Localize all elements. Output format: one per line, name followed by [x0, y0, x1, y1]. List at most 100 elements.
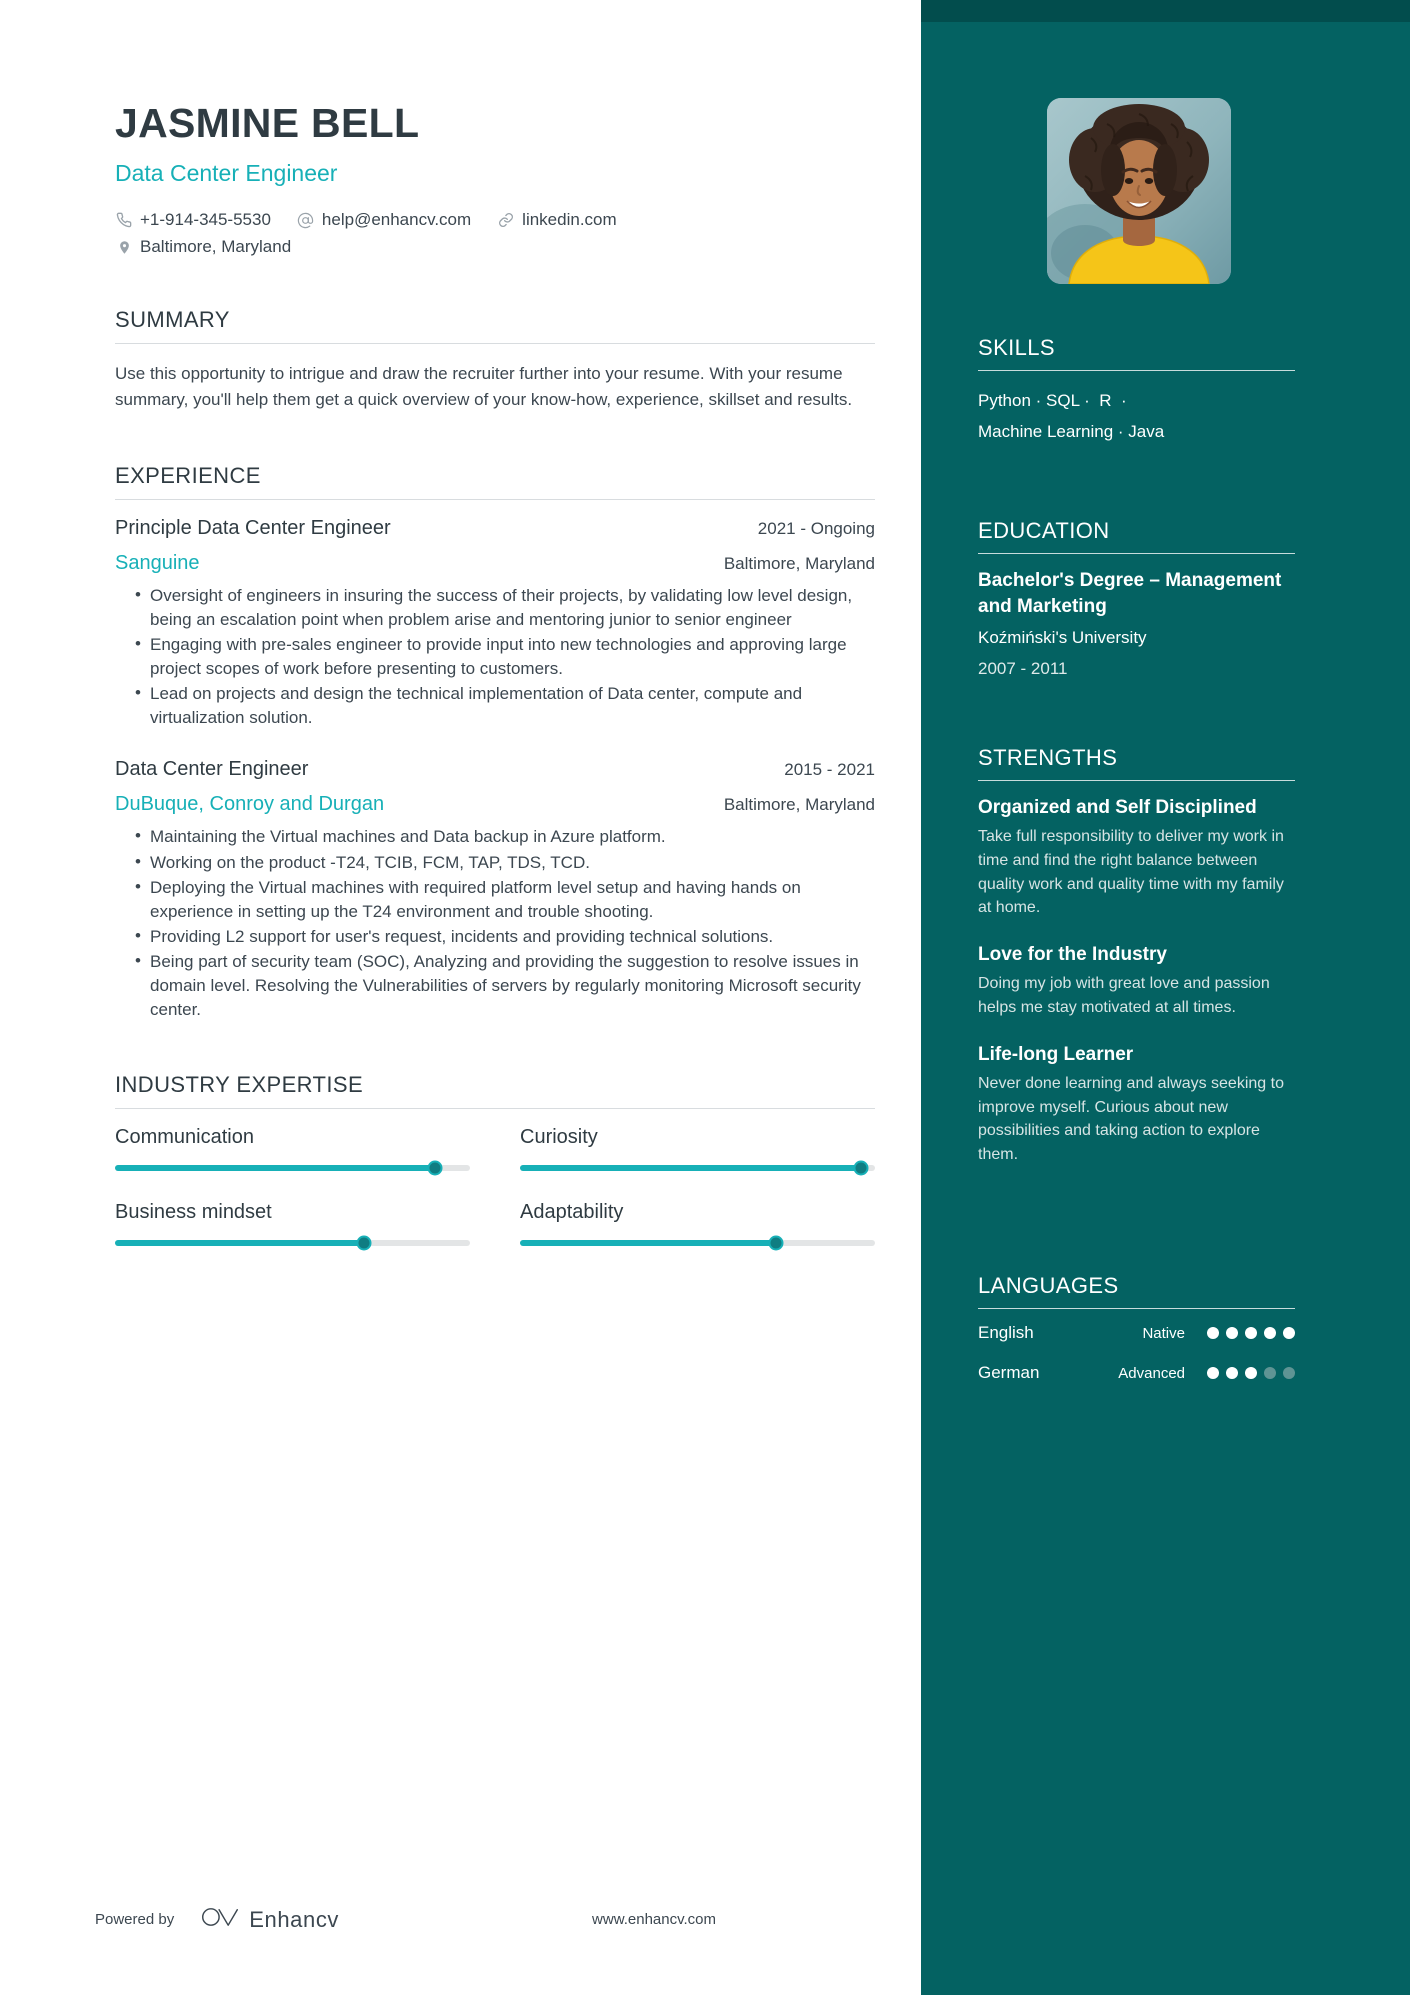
experience-location: Baltimore, Maryland: [723, 553, 875, 573]
strength-title: Life-long Learner: [978, 1043, 1134, 1065]
experience-company-row: Sanguine Baltimore, Maryland: [115, 552, 875, 575]
rating-dot: [1226, 1327, 1238, 1339]
footer-url[interactable]: www.enhancv.com: [592, 1911, 716, 1928]
contact-line-location: Baltimore, Maryland: [115, 237, 921, 257]
rating-dot: [1283, 1327, 1295, 1339]
experience-company[interactable]: Sanguine: [115, 552, 200, 575]
languages-heading: LANGUAGES: [978, 1273, 1119, 1298]
language-rating-dots: [1207, 1327, 1295, 1339]
expertise-item: Adaptability: [520, 1201, 875, 1251]
sidebar: SKILLS Python · SQL · R · Machine Learni…: [921, 0, 1410, 1995]
experience-bullet: Deploying the Virtual machines with requ…: [135, 875, 875, 924]
experience-location: Baltimore, Maryland: [723, 795, 875, 815]
summary-divider: [115, 343, 875, 344]
strength-item: Life-long Learner Never done learning an…: [978, 1042, 1295, 1167]
link-icon: [497, 211, 515, 229]
experience-bullet: Providing L2 support for user's request,…: [135, 924, 875, 949]
language-name: German: [978, 1363, 1040, 1382]
experience-bullet: Lead on projects and design the technica…: [135, 681, 875, 730]
avatar: [1047, 98, 1231, 284]
page-title: JASMINE BELL: [115, 100, 420, 146]
languages-divider: [978, 1308, 1295, 1309]
expertise-item: Business mindset: [115, 1201, 470, 1251]
expertise-label: Curiosity: [520, 1126, 598, 1149]
industry-expertise-section: INDUSTRY EXPERTISE Communication Curiosi…: [115, 1072, 875, 1251]
rating-dot: [1283, 1367, 1295, 1379]
skills-line-1: Python · SQL · R ·: [978, 391, 1127, 410]
experience-company[interactable]: DuBuque, Conroy and Durgan: [115, 793, 384, 816]
education-dates: 2007 - 2011: [978, 659, 1068, 679]
strengths-heading: STRENGTHS: [978, 745, 1118, 770]
skills-heading: SKILLS: [978, 335, 1056, 360]
summary-section: SUMMARY Use this opportunity to intrigue…: [115, 307, 875, 413]
industry-expertise-heading: INDUSTRY EXPERTISE: [115, 1072, 364, 1098]
expertise-item: Communication: [115, 1126, 470, 1176]
skills-section: SKILLS Python · SQL · R · Machine Learni…: [978, 335, 1295, 448]
expertise-slider[interactable]: [520, 1235, 875, 1251]
main-column: JASMINE BELL Data Center Engineer +1-914…: [0, 0, 921, 1251]
expertise-slider-knob[interactable]: [427, 1160, 442, 1176]
contact-email-value: help@enhancv.com: [321, 210, 472, 229]
language-level: Native: [1142, 1324, 1185, 1342]
contact-phone[interactable]: +1-914-345-5530: [115, 210, 271, 230]
rating-dot: [1245, 1327, 1257, 1339]
expertise-slider[interactable]: [115, 1235, 470, 1251]
strength-text: Never done learning and always seeking t…: [978, 1074, 1284, 1163]
experience-bullet: Working on the product -T24, TCIB, FCM, …: [135, 850, 875, 875]
experience-bullet: Oversight of engineers in insuring the s…: [135, 583, 875, 632]
experience-title-row: Data Center Engineer 2015 - 2021: [115, 758, 875, 781]
experience-dates: 2021 - Ongoing: [757, 518, 875, 538]
experience-section: EXPERIENCE Principle Data Center Enginee…: [115, 463, 875, 1023]
skills-divider: [978, 370, 1295, 371]
strengths-divider: [978, 780, 1295, 781]
expertise-slider-knob[interactable]: [356, 1235, 371, 1251]
contact-linkedin[interactable]: linkedin.com: [497, 210, 617, 230]
language-row: German Advanced: [978, 1363, 1295, 1383]
job-role-subtitle: Data Center Engineer: [115, 160, 338, 186]
contact-phone-value: +1-914-345-5530: [140, 210, 271, 229]
experience-bullet: Maintaining the Virtual machines and Dat…: [135, 824, 875, 849]
sidebar-top-strip: [921, 0, 1410, 22]
expertise-slider-fill: [115, 1165, 435, 1172]
strength-title: Love for the Industry: [978, 943, 1167, 965]
experience-dates: 2015 - 2021: [784, 760, 875, 780]
experience-bullets: Maintaining the Virtual machines and Dat…: [115, 824, 875, 1022]
contact-location-value: Baltimore, Maryland: [140, 237, 292, 256]
summary-heading: SUMMARY: [115, 307, 230, 332]
strengths-section: STRENGTHS Organized and Self Disciplined…: [978, 745, 1295, 1167]
rating-dot: [1207, 1327, 1219, 1339]
expertise-label: Business mindset: [115, 1201, 272, 1224]
expertise-item: Curiosity: [520, 1126, 875, 1176]
experience-divider: [115, 498, 875, 500]
resume-page: SKILLS Python · SQL · R · Machine Learni…: [0, 0, 1410, 1995]
expertise-slider[interactable]: [520, 1160, 875, 1176]
education-section: EDUCATION Bachelor's Degree – Management…: [978, 518, 1295, 679]
contact-linkedin-value: linkedin.com: [522, 210, 617, 229]
experience-title: Principle Data Center Engineer: [115, 516, 391, 539]
experience-item: Principle Data Center Engineer 2021 - On…: [115, 517, 875, 731]
expertise-label: Communication: [115, 1126, 254, 1149]
experience-item: Data Center Engineer 2015 - 2021 DuBuque…: [115, 758, 875, 1022]
experience-title-row: Principle Data Center Engineer 2021 - On…: [115, 517, 875, 540]
strength-text: Doing my job with great love and passion…: [978, 975, 1270, 1016]
experience-company-row: DuBuque, Conroy and Durgan Baltimore, Ma…: [115, 793, 875, 816]
strength-item: Love for the Industry Doing my job with …: [978, 942, 1295, 1020]
expertise-slider-fill: [115, 1240, 364, 1247]
education-school: Koźmiński's University: [978, 628, 1147, 648]
enhancv-brand-name: Enhancv: [249, 1906, 340, 1932]
enhancv-brand[interactable]: Enhancv: [200, 1905, 339, 1934]
enhancv-logo-icon: [200, 1905, 240, 1934]
expertise-slider-fill: [520, 1165, 861, 1172]
contact-email[interactable]: help@enhancv.com: [297, 210, 471, 230]
contact-block: +1-914-345-5530 help@enhancv.com linkedi…: [115, 210, 921, 257]
rating-dot: [1226, 1367, 1238, 1379]
expertise-grid: Communication Curiosity Business mindset: [115, 1126, 875, 1251]
expertise-slider-knob[interactable]: [853, 1160, 869, 1176]
education-heading: EDUCATION: [978, 518, 1110, 543]
education-divider: [978, 553, 1295, 554]
strength-item: Organized and Self Disciplined Take full…: [978, 795, 1295, 920]
expertise-slider-knob[interactable]: [768, 1235, 784, 1251]
rating-dot: [1264, 1327, 1276, 1339]
expertise-slider[interactable]: [115, 1160, 470, 1176]
experience-heading: EXPERIENCE: [115, 462, 261, 488]
